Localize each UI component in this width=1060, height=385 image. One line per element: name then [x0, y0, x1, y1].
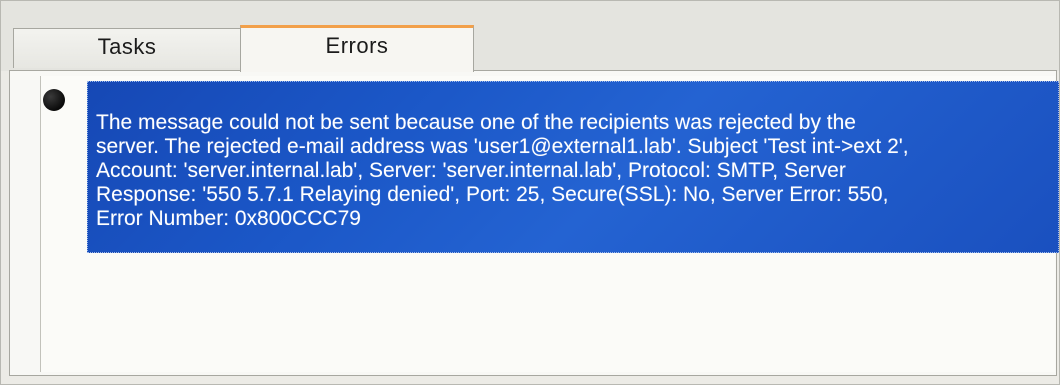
tab-errors-label: Errors — [325, 33, 389, 58]
error-message: The message could not be sent because on… — [96, 111, 909, 230]
tab-errors[interactable]: Errors — [240, 25, 474, 72]
tab-tasks[interactable]: Tasks — [13, 28, 241, 68]
tab-tasks-label: Tasks — [97, 34, 157, 59]
error-list-item[interactable]: The message could not be sent because on… — [87, 81, 1059, 253]
tab-strip: Tasks Errors — [1, 1, 1059, 72]
app-window: Tasks Errors The message could not be se… — [0, 0, 1060, 385]
error-bullet-icon — [43, 89, 65, 111]
